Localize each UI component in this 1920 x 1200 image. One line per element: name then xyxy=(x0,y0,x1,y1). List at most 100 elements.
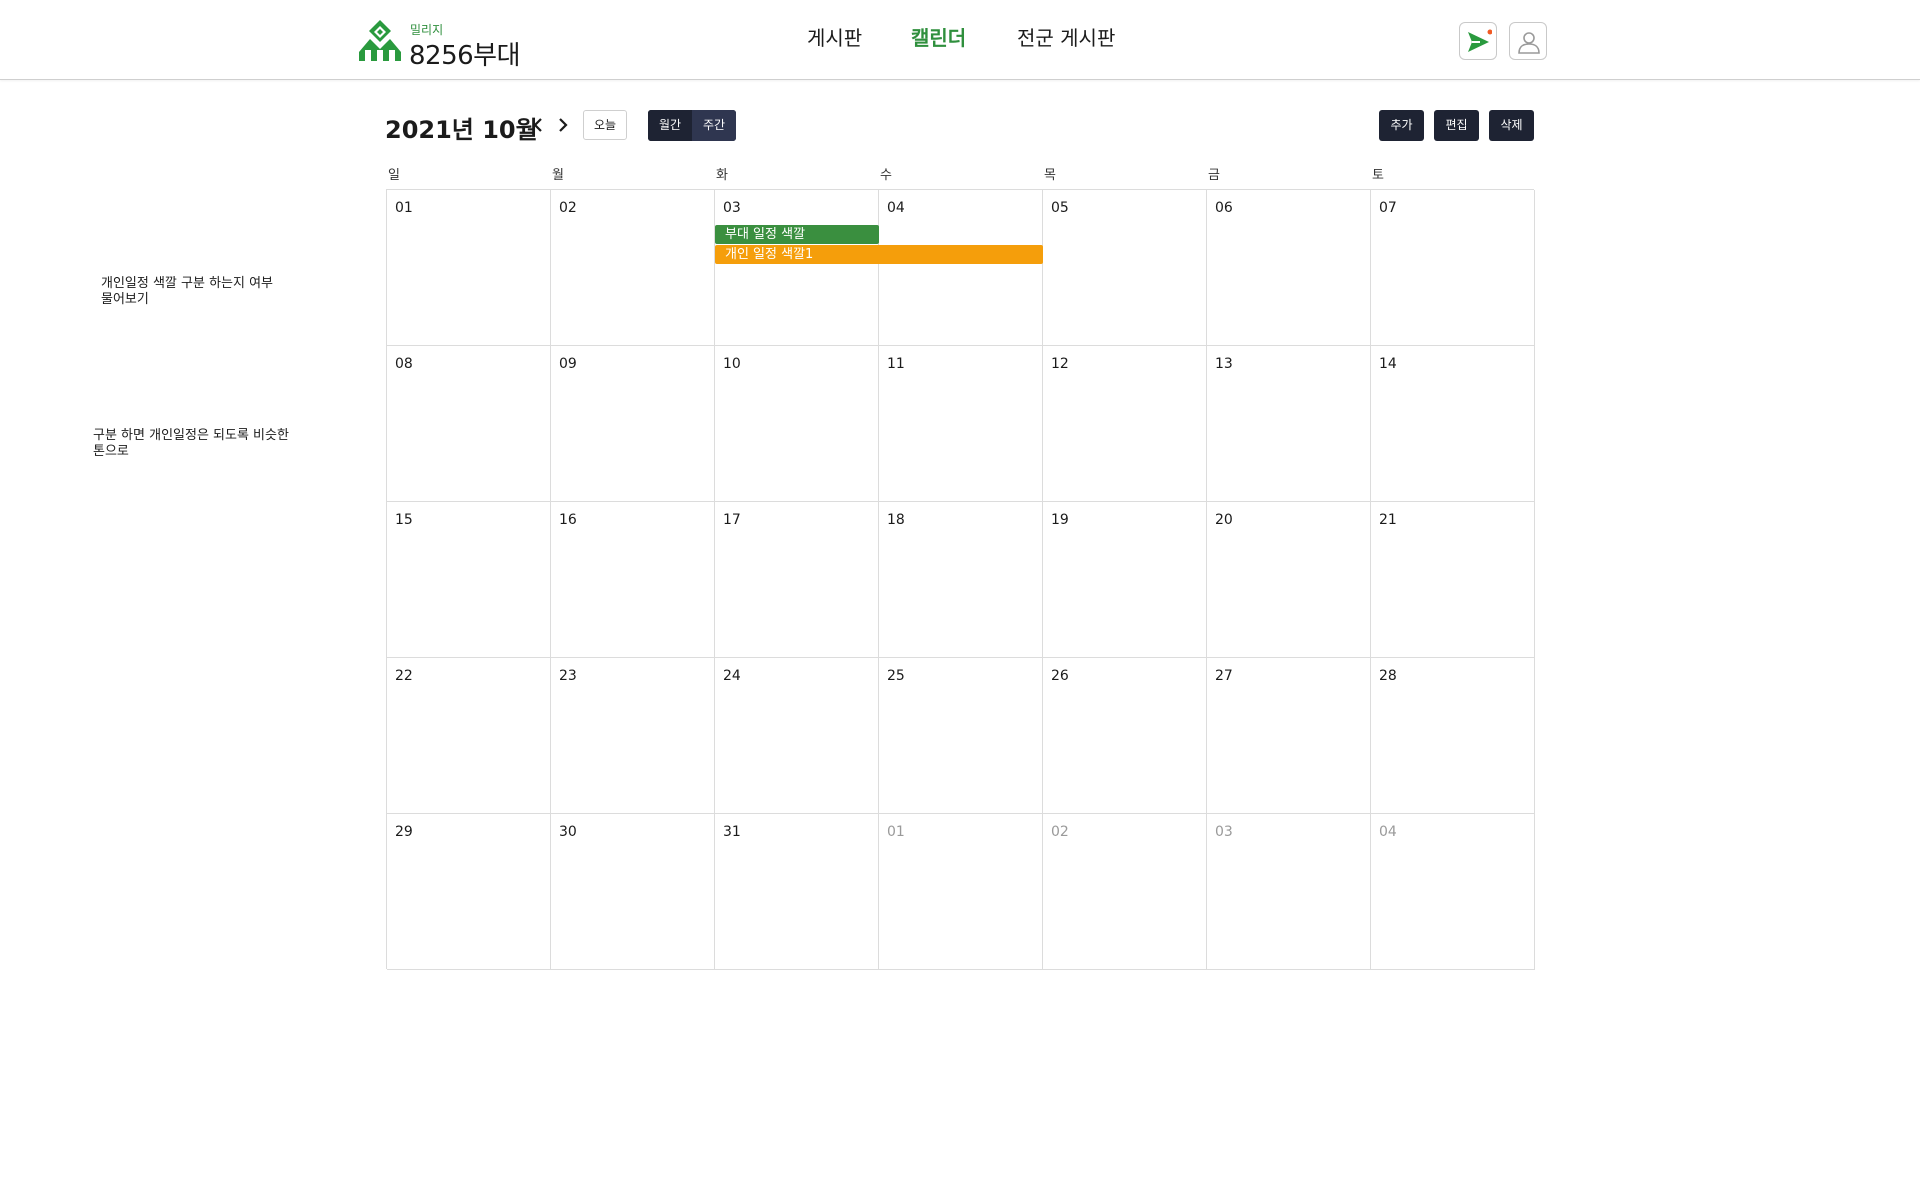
day-cell[interactable]: 31 xyxy=(715,814,879,970)
week-view-button[interactable]: 주간 xyxy=(692,110,736,141)
edit-button[interactable]: 편집 xyxy=(1434,110,1479,141)
day-cell[interactable]: 03 xyxy=(715,190,879,346)
day-number: 29 xyxy=(395,824,413,840)
day-number: 28 xyxy=(1379,668,1397,684)
day-cell[interactable]: 25 xyxy=(879,658,1043,814)
day-cell[interactable]: 03 xyxy=(1207,814,1371,970)
chevron-left-icon[interactable] xyxy=(529,114,547,136)
day-number: 04 xyxy=(1379,824,1397,840)
day-cell[interactable]: 27 xyxy=(1207,658,1371,814)
profile-button[interactable] xyxy=(1509,22,1547,60)
day-cell[interactable]: 30 xyxy=(551,814,715,970)
chevron-right-icon[interactable] xyxy=(554,114,572,136)
weekday-mon: 월 xyxy=(552,168,564,183)
delete-button[interactable]: 삭제 xyxy=(1489,110,1534,141)
day-number: 04 xyxy=(887,200,905,216)
day-cell[interactable]: 02 xyxy=(1043,814,1207,970)
day-cell[interactable]: 19 xyxy=(1043,502,1207,658)
day-number: 11 xyxy=(887,356,905,372)
side-note: 개인일정 색깔 구분 하는지 여부 물어보기 xyxy=(101,276,274,307)
day-cell[interactable]: 11 xyxy=(879,346,1043,502)
day-number: 13 xyxy=(1215,356,1233,372)
user-icon xyxy=(1518,32,1540,54)
day-number: 30 xyxy=(559,824,577,840)
calendar-event[interactable]: 부대 일정 색깔 xyxy=(715,225,879,244)
main-nav: 게시판 캘린더 전군 게시판 xyxy=(0,22,1920,58)
day-number: 03 xyxy=(1215,824,1233,840)
day-cell[interactable]: 04 xyxy=(1371,814,1535,970)
month-view-button[interactable]: 월간 xyxy=(648,110,692,141)
day-cell[interactable]: 01 xyxy=(879,814,1043,970)
day-cell[interactable]: 12 xyxy=(1043,346,1207,502)
day-cell[interactable]: 18 xyxy=(879,502,1043,658)
day-cell[interactable]: 05 xyxy=(1043,190,1207,346)
day-cell[interactable]: 22 xyxy=(387,658,551,814)
day-number: 08 xyxy=(395,356,413,372)
weekday-thu: 목 xyxy=(1044,168,1056,183)
day-number: 01 xyxy=(395,200,413,216)
day-cell[interactable]: 07 xyxy=(1371,190,1535,346)
day-cell[interactable]: 09 xyxy=(551,346,715,502)
day-number: 07 xyxy=(1379,200,1397,216)
day-cell[interactable]: 01 xyxy=(387,190,551,346)
day-cell[interactable]: 08 xyxy=(387,346,551,502)
weekday-sat: 토 xyxy=(1372,168,1384,183)
day-cell[interactable]: 20 xyxy=(1207,502,1371,658)
day-number: 05 xyxy=(1051,200,1069,216)
day-number: 15 xyxy=(395,512,413,528)
calendar-event[interactable]: 개인 일정 색깔1 xyxy=(715,245,1043,264)
day-cell[interactable]: 28 xyxy=(1371,658,1535,814)
day-number: 14 xyxy=(1379,356,1397,372)
day-number: 09 xyxy=(559,356,577,372)
day-cell[interactable]: 02 xyxy=(551,190,715,346)
day-cell[interactable]: 21 xyxy=(1371,502,1535,658)
day-number: 25 xyxy=(887,668,905,684)
day-number: 10 xyxy=(723,356,741,372)
side-note: 구분 하면 개인일정은 되도록 비슷한 톤으로 xyxy=(93,428,289,459)
add-button[interactable]: 추가 xyxy=(1379,110,1424,141)
day-number: 06 xyxy=(1215,200,1233,216)
day-number: 20 xyxy=(1215,512,1233,528)
month-title: 2021년 10월 xyxy=(385,116,538,144)
day-cell[interactable]: 04 xyxy=(879,190,1043,346)
month-grid: 01 02 03 04 05 06 07 08 09 10 11 12 13 14 15 16 17 18 19 20… xyxy=(386,189,1535,970)
day-number: 17 xyxy=(723,512,741,528)
nav-item-all-army-board[interactable]: 전군 게시판 xyxy=(1017,22,1115,51)
message-button[interactable] xyxy=(1459,22,1497,60)
weekday-wed: 수 xyxy=(880,168,892,183)
nav-item-board[interactable]: 게시판 xyxy=(807,22,862,51)
view-toggle: 월간 주간 xyxy=(648,110,736,141)
day-cell[interactable]: 10 xyxy=(715,346,879,502)
day-number: 16 xyxy=(559,512,577,528)
day-cell[interactable]: 13 xyxy=(1207,346,1371,502)
day-cell[interactable]: 14 xyxy=(1371,346,1535,502)
day-cell[interactable]: 23 xyxy=(551,658,715,814)
nav-item-calendar[interactable]: 캘린더 xyxy=(911,22,966,51)
today-button[interactable]: 오늘 xyxy=(583,110,627,140)
day-number: 01 xyxy=(887,824,905,840)
day-number: 12 xyxy=(1051,356,1069,372)
send-icon xyxy=(1468,29,1492,52)
day-cell[interactable]: 26 xyxy=(1043,658,1207,814)
weekday-sun: 일 xyxy=(388,168,400,183)
day-number: 02 xyxy=(1051,824,1069,840)
day-number: 03 xyxy=(723,200,741,216)
day-number: 26 xyxy=(1051,668,1069,684)
top-header: 밀리지 8256부대 게시판 캘린더 전군 게시판 xyxy=(0,0,1920,80)
weekday-tue: 화 xyxy=(716,168,728,183)
day-number: 21 xyxy=(1379,512,1397,528)
day-number: 19 xyxy=(1051,512,1069,528)
day-cell[interactable]: 24 xyxy=(715,658,879,814)
day-cell[interactable]: 06 xyxy=(1207,190,1371,346)
day-cell[interactable]: 15 xyxy=(387,502,551,658)
day-number: 22 xyxy=(395,668,413,684)
day-number: 23 xyxy=(559,668,577,684)
day-number: 02 xyxy=(559,200,577,216)
day-number: 27 xyxy=(1215,668,1233,684)
day-cell[interactable]: 17 xyxy=(715,502,879,658)
day-cell[interactable]: 29 xyxy=(387,814,551,970)
day-number: 31 xyxy=(723,824,741,840)
day-number: 24 xyxy=(723,668,741,684)
day-cell[interactable]: 16 xyxy=(551,502,715,658)
weekday-fri: 금 xyxy=(1208,168,1220,183)
